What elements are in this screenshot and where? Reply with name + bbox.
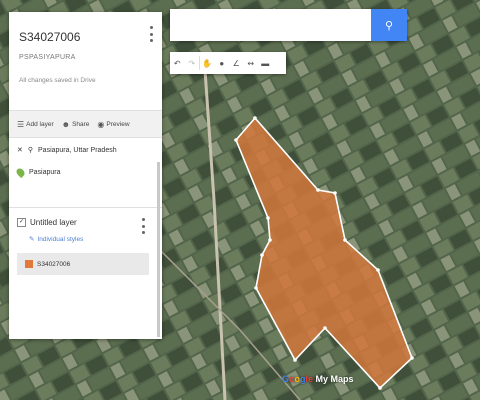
map-toolbar: ↶ ↷ ✋ ● ∠ ↭ ▬ [170,52,286,74]
map-search-bar: ⚲ [170,9,407,41]
panel-actions: ☰ Add layer ☻ Share ◉ Preview [9,110,162,138]
search-result-item[interactable]: Pasiapura [14,166,154,179]
share-icon: ☻ [61,119,71,129]
individual-styles-link[interactable]: ✎ Individual styles [29,235,154,244]
layer-header: ✓ Untitled layer [17,218,154,227]
ruler-icon[interactable]: ▬ [258,52,273,74]
search-button[interactable]: ⚲ [371,9,407,41]
polygon-swatch-icon [25,260,33,268]
map-side-panel: S34027006 PSPASIYAPURA All changes saved… [9,12,162,339]
paint-roller-icon: ✎ [29,236,35,243]
untitled-layer: ✓ Untitled layer ✎ Individual styles S34… [9,208,162,275]
route-icon[interactable]: ↭ [244,52,259,74]
save-status: All changes saved in Drive [19,77,96,84]
add-layer-button[interactable]: ☰ Add layer [17,120,54,129]
map-header: S34027006 PSPASIYAPURA All changes saved… [9,12,162,110]
hand-icon[interactable]: ✋ [200,52,215,74]
share-button[interactable]: ☻ Share [62,120,90,129]
layer-options-icon[interactable] [138,218,148,234]
search-results-layer: ✕ ⚲ Pasiapura, Uttar Pradesh Pasiapura [9,138,162,208]
feature-name: S34027006 [37,260,71,268]
search-query-row: ✕ ⚲ Pasiapura, Uttar Pradesh [17,146,154,155]
layer-visibility-checkbox[interactable]: ✓ [17,218,26,227]
search-icon: ⚲ [27,147,34,154]
map-description[interactable]: PSPASIYAPURA [19,54,152,61]
search-icon: ⚲ [384,19,394,32]
marker-icon[interactable]: ● [215,52,230,74]
map-pin-icon [14,166,27,179]
map-options-icon[interactable] [146,26,156,42]
feature-item[interactable]: S34027006 [17,253,149,275]
panel-scrollbar[interactable] [157,162,160,337]
redo-icon[interactable]: ↷ [185,52,200,74]
layer-icon: ☰ [17,119,25,129]
close-icon[interactable]: ✕ [17,146,23,154]
undo-icon[interactable]: ↶ [170,52,185,74]
search-result-place: Pasiapura [29,169,61,176]
preview-button[interactable]: ◉ Preview [97,120,129,129]
google-my-maps-logo: Google My Maps [282,374,354,384]
preview-icon: ◉ [97,119,105,129]
layer-name[interactable]: Untitled layer [30,218,77,227]
draw-line-icon[interactable]: ∠ [229,52,244,74]
search-query: Pasiapura, Uttar Pradesh [38,146,117,154]
map-title[interactable]: S34027006 [19,30,152,44]
search-input[interactable] [176,15,368,37]
